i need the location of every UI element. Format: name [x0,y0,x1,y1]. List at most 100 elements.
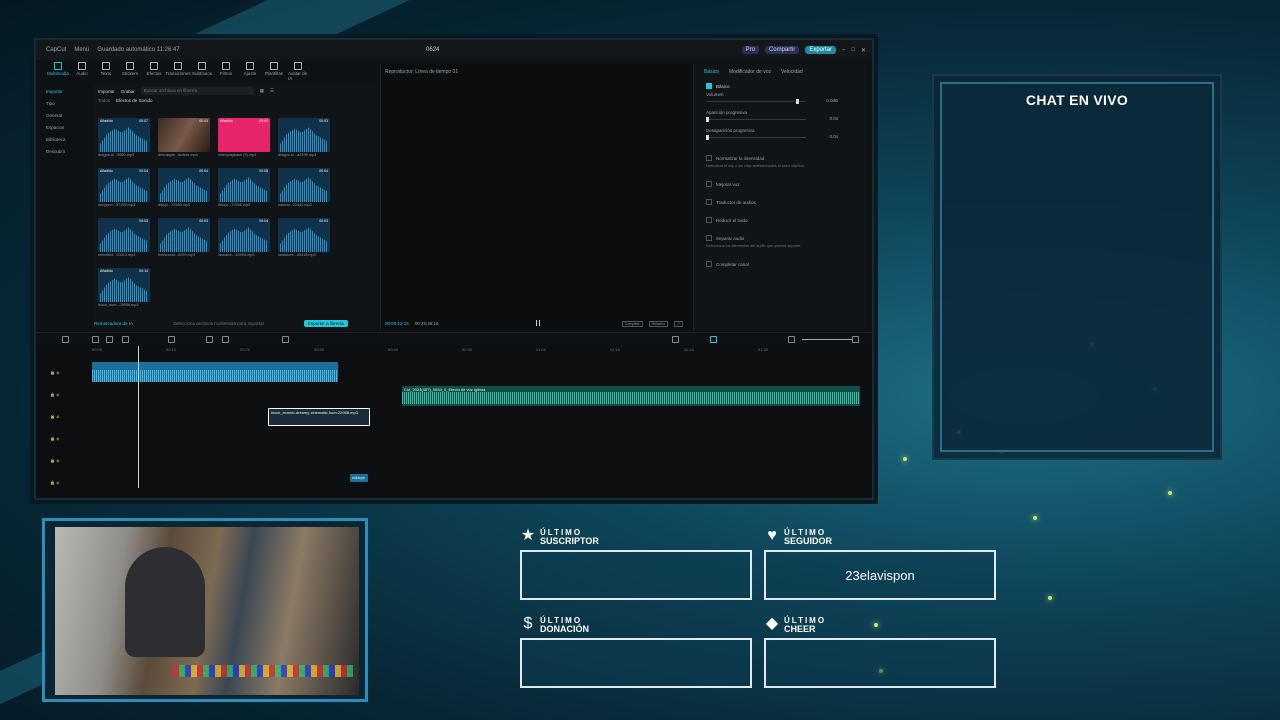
property-value[interactable]: 0.0s [829,116,838,121]
link-icon[interactable] [710,336,717,343]
media-item[interactable]: 00:04 natural...22442.mp3 [278,168,330,210]
option-checkbox[interactable] [706,235,712,241]
undo-icon[interactable] [92,336,99,343]
sort-icon[interactable]: ☰ [270,88,274,94]
sidebar-item[interactable]: Biblioteca [42,134,90,146]
fullscreen-icon[interactable]: ⤢ [674,321,683,327]
track-header[interactable]: 🔒 ◉ [50,392,90,404]
media-tab[interactable]: Todos [98,98,110,106]
share-button[interactable]: Compartir [764,46,800,54]
media-thumbnail[interactable]: 00:03 [278,218,330,252]
zoom-in-icon[interactable] [852,336,859,343]
app-logo[interactable]: CapCut [46,47,66,53]
pro-badge[interactable]: Pro [741,46,759,54]
toolbar-template[interactable]: Plantillas [264,62,284,84]
property-value[interactable]: 0.0dB [826,98,838,103]
media-thumbnail[interactable]: Añadido 00:14 [98,268,150,302]
media-thumbnail[interactable]: 00:03 [98,218,150,252]
toolbar-adjust[interactable]: Ajuste [240,62,260,84]
timeline-clip-small[interactable]: wikicpe [350,474,368,482]
sidebar-item[interactable]: Espacios [42,122,90,134]
slider-knob[interactable] [796,99,799,104]
media-tab[interactable]: Efectos de Sonido [116,98,153,106]
search-input[interactable]: Buscar archivos en librería [140,87,254,95]
media-item[interactable]: 00:05 dibujo...37658.mp3 [218,168,270,210]
media-item[interactable]: 00:03 freesound...6299.mp3 [158,218,210,260]
basic-checkbox[interactable] [706,83,712,89]
time-ruler[interactable]: 00:00 00:10 00:20 00:30 00:40 00:50 01:00 01:10… [92,346,862,354]
select-tool-icon[interactable] [62,336,69,343]
option-checkbox[interactable] [706,217,712,223]
media-item[interactable]: 00:04 ldsearch...40904.mp3 [218,218,270,260]
menu-button[interactable]: Menú [74,47,89,53]
toolbar-transitions[interactable]: Transiciones [165,62,191,84]
option-checkbox[interactable] [706,199,712,205]
props-tab[interactable]: Velocidad [781,69,803,75]
media-item[interactable]: Añadido 00:04 dungeon...37193.mp3 [98,168,150,210]
media-item[interactable]: Añadido 00:07 dragon-ui...9650.mp3 [98,118,150,160]
toolbar-text[interactable]: Texto [96,62,116,84]
track-header[interactable]: 🔒 ◉ [50,480,90,492]
property-slider[interactable] [706,135,806,140]
playhead[interactable] [138,346,139,488]
toolbar-subtitles[interactable]: Subtítulos [192,62,212,84]
timeline-clip-selected[interactable]: block_bcmnb-dreamy-cinematic-hum-22958.m… [268,408,370,426]
aspect-ratio-button[interactable]: Relación [648,321,669,327]
sidebar-item[interactable]: Importar [42,86,90,98]
zoom-slider[interactable] [802,339,852,340]
media-thumbnail[interactable]: 00:03 [158,218,210,252]
toolbar-sticker[interactable]: Stickers [120,62,140,84]
track-header[interactable]: 🔒 ◉ [50,414,90,426]
media-item[interactable]: 00:04 dibujo...37653.mp3 [158,168,210,210]
option-checkbox[interactable] [706,181,712,187]
media-thumbnail[interactable]: 00:04 [218,218,270,252]
media-thumbnail[interactable]: Añadido 00:03 [218,118,270,152]
media-item[interactable]: 00:03 descargar...rucbos.mp4 [158,118,210,160]
mic-icon[interactable] [672,336,679,343]
track-header[interactable]: 🔒 ◉ [50,436,90,448]
timeline-clip-video[interactable] [92,362,338,382]
media-item[interactable]: Añadido 00:03 videoplayback (9).mp4 [218,118,270,160]
ai-remarker-link[interactable]: Remarcadora de IA [94,321,133,326]
property-slider[interactable] [706,99,806,104]
media-thumbnail[interactable]: Añadido 00:07 [98,118,150,152]
close-icon[interactable]: ✕ [861,47,866,54]
grid-view-icon[interactable]: ▦ [260,88,264,94]
media-thumbnail[interactable]: 00:03 [278,118,330,152]
track-header[interactable]: 🔒 ◉ [50,370,90,382]
media-thumbnail[interactable]: 00:04 [278,168,330,202]
zoom-out-icon[interactable] [788,336,795,343]
toolbar-media[interactable]: Multimedia [47,62,69,84]
media-thumbnail[interactable]: 00:04 [158,168,210,202]
redo-icon[interactable] [106,336,113,343]
pause-icon[interactable] [536,320,540,326]
option-checkbox[interactable] [706,261,712,267]
option-checkbox[interactable] [706,155,712,161]
toolbar-avatar[interactable]: Avatar de IA [288,62,308,84]
media-thumbnail[interactable]: Añadido 00:04 [98,168,150,202]
import-button[interactable]: Importar [98,89,115,94]
media-item[interactable]: 00:03 dragon-ui...a4199.mp3 [278,118,330,160]
props-tab[interactable]: Básico [704,69,719,75]
media-thumbnail[interactable]: 00:05 [218,168,270,202]
media-thumbnail[interactable]: 00:03 [158,118,210,152]
media-item[interactable]: 00:03 unlimited...20013.mp3 [98,218,150,260]
sidebar-item[interactable]: Generar [42,110,90,122]
props-tab[interactable]: Modificador de voz [729,69,771,75]
timeline-clip-audio-green[interactable]: Cut_2024(487)_0633_0_Efecto de voz igles… [402,386,860,406]
delete-icon[interactable] [168,336,175,343]
crop-icon[interactable] [282,336,289,343]
media-item[interactable]: 00:03 seashore...40418.mp3 [278,218,330,260]
export-button[interactable]: Exportar [805,46,836,54]
toolbar-audio[interactable]: Audio [72,62,92,84]
media-item[interactable]: Añadido 00:14 block_hum...28958.mp3 [98,268,150,310]
mirror-icon[interactable] [222,336,229,343]
toolbar-filter[interactable]: Filtros [216,62,236,84]
record-button[interactable]: Grabar [121,89,135,94]
split-icon[interactable] [122,336,129,343]
maximize-icon[interactable]: □ [851,47,855,53]
sidebar-item[interactable]: Tipo [42,98,90,110]
property-value[interactable]: 0.0s [829,134,838,139]
import-library-button[interactable]: Importar a librería [304,319,348,327]
slider-knob[interactable] [706,117,709,122]
